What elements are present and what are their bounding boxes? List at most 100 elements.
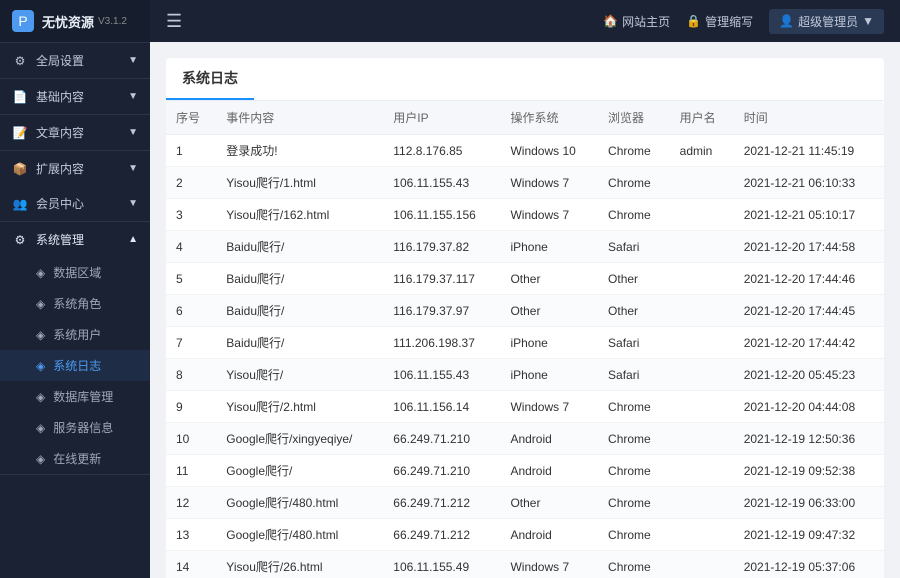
cell-time: 2021-12-19 09:52:38 (734, 455, 884, 487)
sidebar-item-system-role[interactable]: ◈ 系统角色 (0, 288, 150, 319)
table-row: 7 Baidu爬行/ 111.206.198.37 iPhone Safari … (166, 327, 884, 359)
hamburger-icon[interactable]: ☰ (166, 11, 182, 32)
cell-ip: 116.179.37.82 (383, 231, 500, 263)
cell-browser: Safari (598, 327, 670, 359)
sidebar-item-expand-content[interactable]: 📦 扩展内容 ▼ (0, 151, 150, 186)
cell-event: Baidu爬行/ (216, 231, 383, 263)
cell-user (670, 231, 734, 263)
cell-event: Yisou爬行/1.html (216, 167, 383, 199)
sidebar-item-global-settings[interactable]: ⚙ 全局设置 ▼ (0, 43, 150, 78)
sidebar-item-server-info[interactable]: ◈ 服务器信息 (0, 412, 150, 443)
cell-user (670, 423, 734, 455)
sidebar-item-online-update[interactable]: ◈ 在线更新 (0, 443, 150, 474)
cell-browser: Safari (598, 359, 670, 391)
log-icon: ◈ (36, 359, 45, 373)
cell-os: Other (500, 487, 598, 519)
cell-browser: Chrome (598, 551, 670, 578)
logo-icon: P (12, 10, 34, 32)
chevron-down-icon: ▼ (128, 163, 138, 174)
home-link[interactable]: 🏠 网站主页 (603, 13, 670, 30)
col-header-os: 操作系统 (500, 101, 598, 135)
col-header-event: 事件内容 (216, 101, 383, 135)
manage-link[interactable]: 🔒 管理缩写 (686, 13, 753, 30)
cell-os: Windows 7 (500, 551, 598, 578)
chevron-down-icon: ▼ (862, 14, 874, 28)
cell-time: 2021-12-20 17:44:45 (734, 295, 884, 327)
cell-id: 12 (166, 487, 216, 519)
cell-user (670, 327, 734, 359)
cell-user (670, 455, 734, 487)
sidebar-item-basic-content[interactable]: 📄 基础内容 ▼ (0, 79, 150, 114)
cell-time: 2021-12-19 05:37:06 (734, 551, 884, 578)
cell-os: iPhone (500, 327, 598, 359)
cell-user (670, 487, 734, 519)
cell-id: 13 (166, 519, 216, 551)
sidebar-sub-label: 系统用户 (53, 326, 101, 343)
cell-time: 2021-12-20 17:44:42 (734, 327, 884, 359)
cell-event: Baidu爬行/ (216, 295, 383, 327)
sidebar-item-label: 会员中心 (36, 195, 128, 212)
cell-os: Windows 7 (500, 199, 598, 231)
role-icon: ◈ (36, 297, 45, 311)
cell-os: Other (500, 263, 598, 295)
topbar: ☰ 🏠 网站主页 🔒 管理缩写 👤 超级管理员 ▼ (150, 0, 900, 42)
cell-ip: 111.206.198.37 (383, 327, 500, 359)
logo-version: V3.1.2 (98, 16, 127, 27)
cell-browser: Safari (598, 231, 670, 263)
table-row: 8 Yisou爬行/ 106.11.155.43 iPhone Safari 2… (166, 359, 884, 391)
settings-icon: ⚙ (12, 53, 28, 69)
col-header-ip: 用户IP (383, 101, 500, 135)
sidebar-item-ad-management[interactable]: ◈ 数据库管理 (0, 381, 150, 412)
sidebar-item-user-center[interactable]: 👥 会员中心 ▼ (0, 186, 150, 221)
user-icon: ◈ (36, 328, 45, 342)
cell-id: 9 (166, 391, 216, 423)
cell-id: 7 (166, 327, 216, 359)
cell-id: 4 (166, 231, 216, 263)
content-area: 系统日志 序号 事件内容 用户IP 操作系统 浏览器 用户名 时间 (150, 42, 900, 578)
update-icon: ◈ (36, 452, 45, 466)
user-menu[interactable]: 👤 超级管理员 ▼ (769, 9, 884, 34)
sidebar-item-system-management[interactable]: ⚙ 系统管理 ▲ (0, 222, 150, 257)
sidebar-item-system-log[interactable]: ◈ 系统日志 (0, 350, 150, 381)
cell-os: Windows 7 (500, 167, 598, 199)
cell-ip: 106.11.155.43 (383, 359, 500, 391)
topbar-left: ☰ (166, 11, 198, 32)
cell-browser: Chrome (598, 455, 670, 487)
col-header-id: 序号 (166, 101, 216, 135)
cell-time: 2021-12-19 09:47:32 (734, 519, 884, 551)
cell-ip: 66.249.71.212 (383, 487, 500, 519)
cell-event: Baidu爬行/ (216, 327, 383, 359)
users-icon: 👥 (12, 196, 28, 212)
table-row: 14 Yisou爬行/26.html 106.11.155.49 Windows… (166, 551, 884, 578)
server-icon: ◈ (36, 421, 45, 435)
cell-browser: Other (598, 263, 670, 295)
cell-user: admin (670, 135, 734, 167)
table-row: 2 Yisou爬行/1.html 106.11.155.43 Windows 7… (166, 167, 884, 199)
cell-time: 2021-12-21 05:10:17 (734, 199, 884, 231)
sidebar-item-label: 系统管理 (36, 231, 128, 248)
chevron-down-icon: ▼ (128, 55, 138, 66)
data-icon: ◈ (36, 266, 45, 280)
cell-ip: 106.11.155.156 (383, 199, 500, 231)
col-header-user: 用户名 (670, 101, 734, 135)
cell-id: 14 (166, 551, 216, 578)
cell-ip: 66.249.71.210 (383, 423, 500, 455)
sidebar-sub-label: 数据库管理 (53, 388, 113, 405)
cell-browser: Chrome (598, 423, 670, 455)
cell-id: 5 (166, 263, 216, 295)
sidebar-item-system-user[interactable]: ◈ 系统用户 (0, 319, 150, 350)
table-row: 3 Yisou爬行/162.html 106.11.155.156 Window… (166, 199, 884, 231)
cell-user (670, 263, 734, 295)
cell-browser: Chrome (598, 391, 670, 423)
table-row: 5 Baidu爬行/ 116.179.37.117 Other Other 20… (166, 263, 884, 295)
cell-user (670, 199, 734, 231)
page-title: 系统日志 (182, 70, 238, 86)
table-row: 10 Google爬行/xingyeqiye/ 66.249.71.210 An… (166, 423, 884, 455)
cell-ip: 106.11.155.43 (383, 167, 500, 199)
sidebar-item-article-content[interactable]: 📝 文章内容 ▼ (0, 115, 150, 150)
sidebar-item-data-area[interactable]: ◈ 数据区域 (0, 257, 150, 288)
cell-os: Android (500, 519, 598, 551)
cell-event: Yisou爬行/162.html (216, 199, 383, 231)
chevron-up-icon: ▲ (128, 234, 138, 245)
table-row: 13 Google爬行/480.html 66.249.71.212 Andro… (166, 519, 884, 551)
